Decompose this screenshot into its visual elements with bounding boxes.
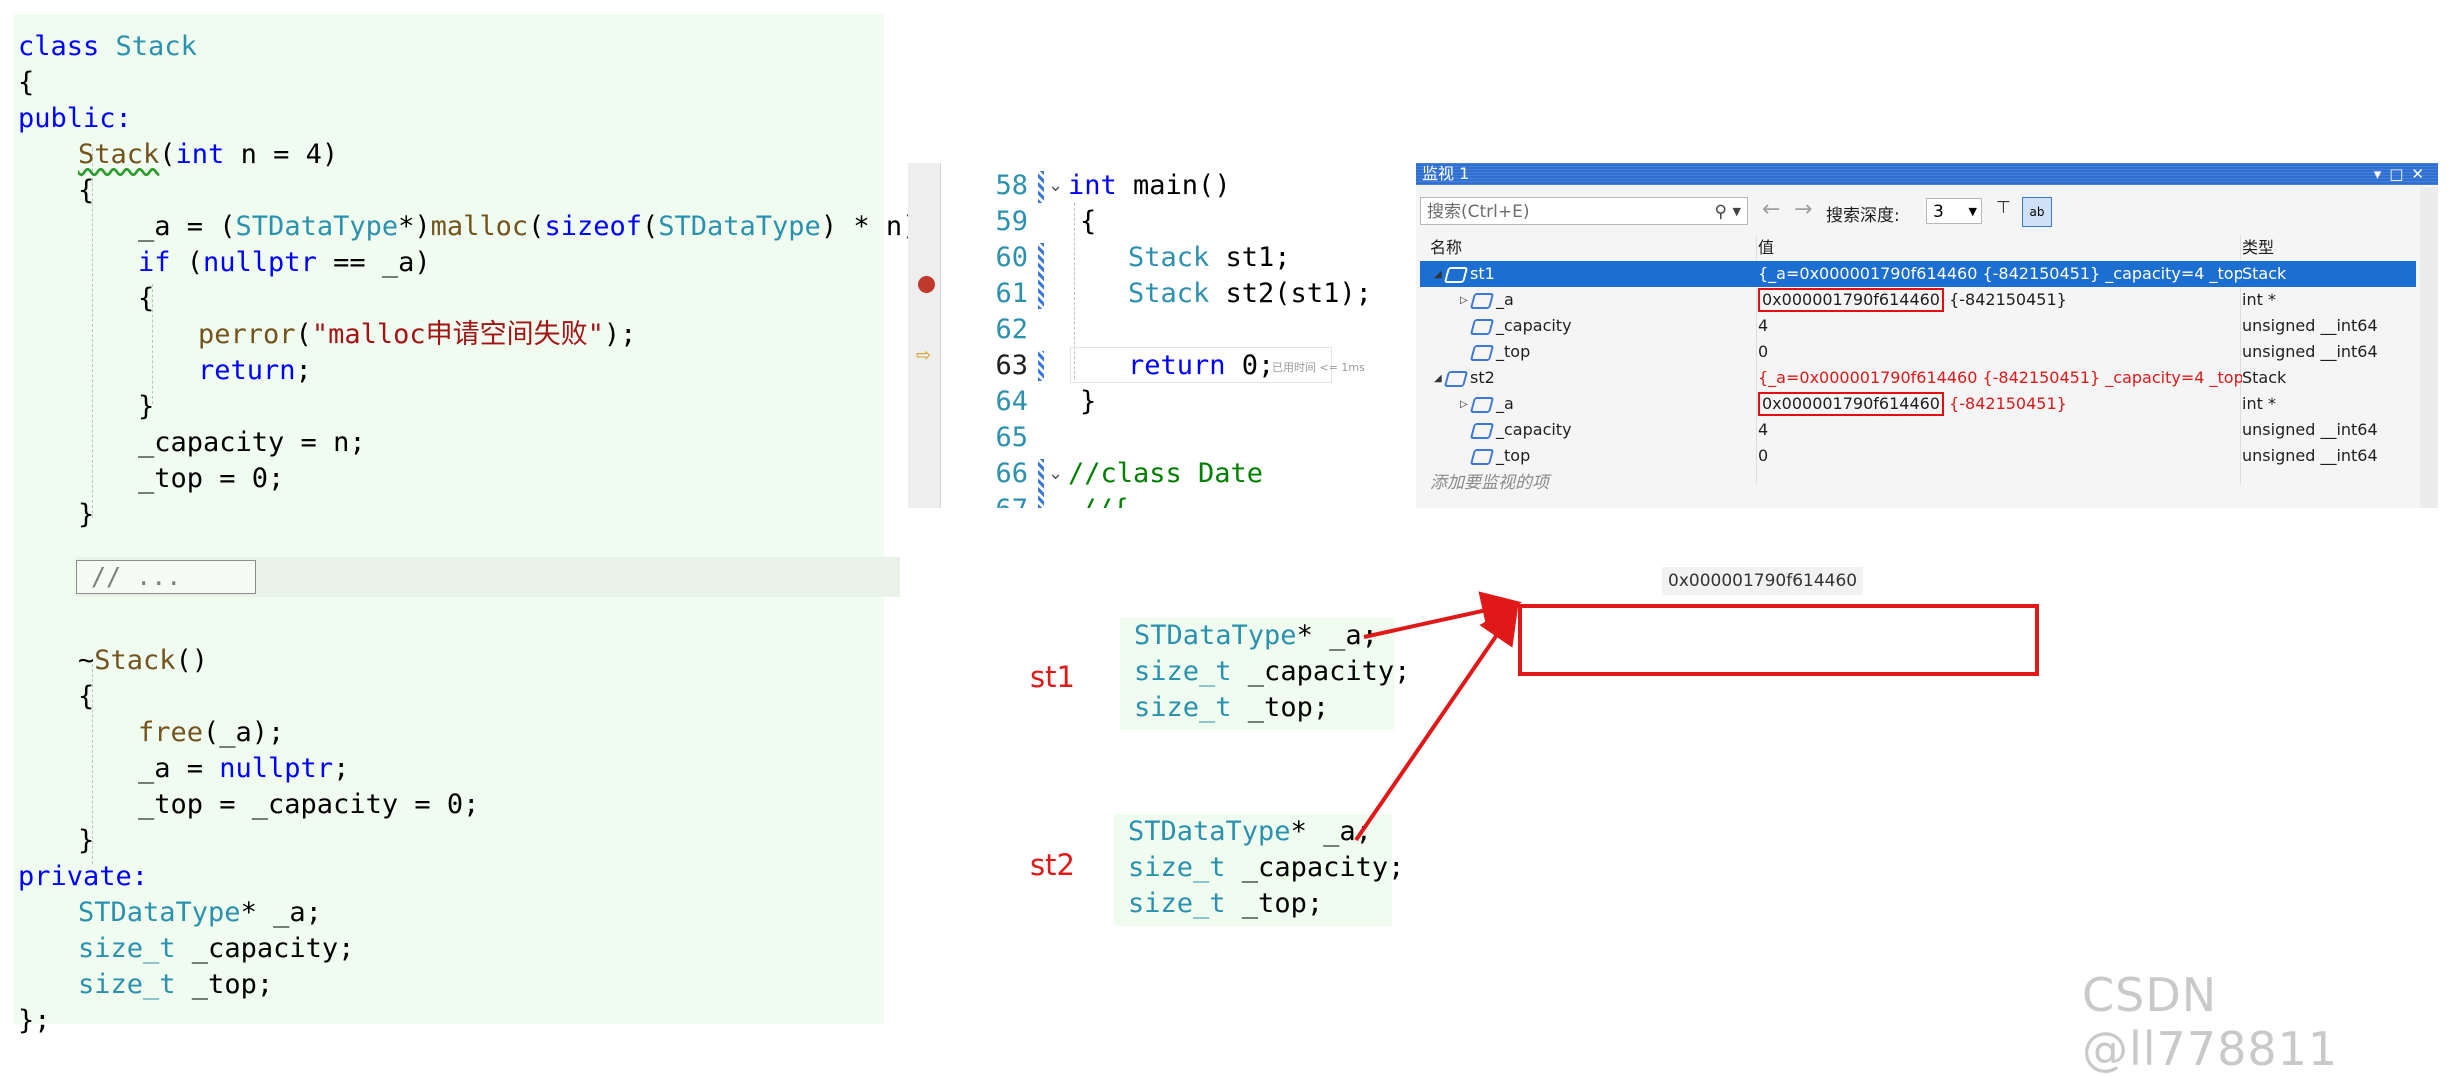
watermark: CSDN @ll778811 bbox=[2082, 968, 2339, 1076]
st1-pointer-arrow bbox=[1363, 591, 1522, 639]
st2-pointer-arrow bbox=[1354, 603, 1519, 842]
pointer-arrows bbox=[1354, 591, 1522, 842]
